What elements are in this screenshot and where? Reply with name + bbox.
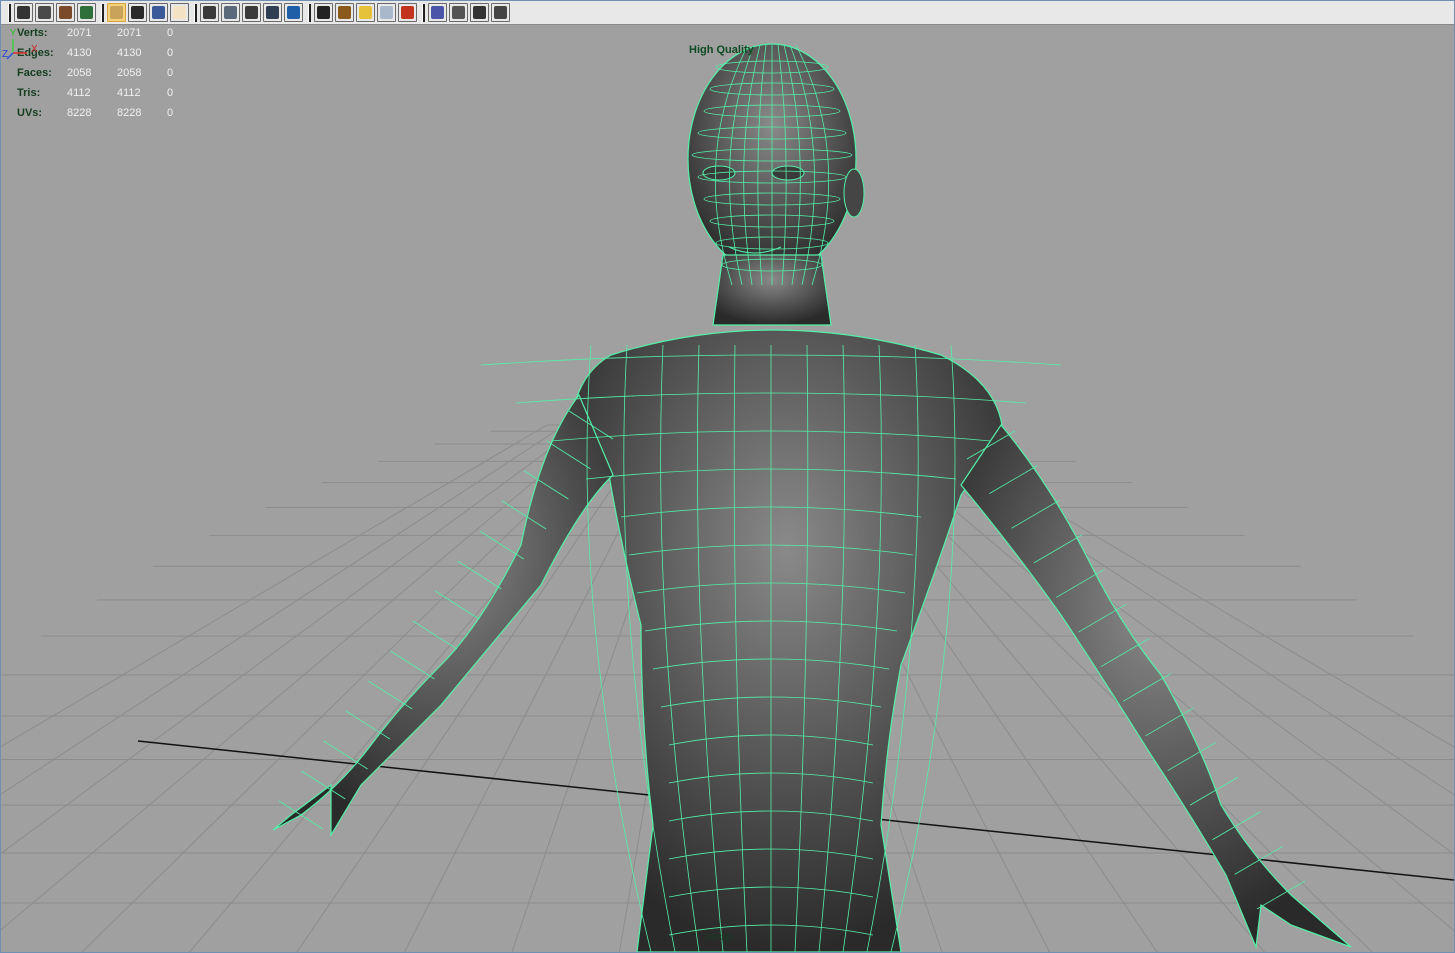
right-arm-shape	[960, 423, 1352, 950]
stat-selected: 4130	[117, 47, 142, 59]
snapshot-icon	[494, 6, 507, 19]
toolbar-separator	[194, 3, 197, 22]
wireframe-on-shaded-button[interactable]	[263, 3, 282, 22]
texture-button[interactable]	[242, 3, 261, 22]
lighting-button[interactable]	[356, 3, 375, 22]
shadows-icon	[380, 6, 393, 19]
lock-camera-icon	[38, 6, 51, 19]
lock-camera-button[interactable]	[35, 3, 54, 22]
stat-row-uvs: UVs: 8228 8228 0	[17, 103, 207, 123]
snapshot-button[interactable]	[491, 3, 510, 22]
select-camera-icon	[17, 6, 30, 19]
film-gate-button[interactable]	[128, 3, 147, 22]
grid-line	[1, 424, 584, 855]
scene-render	[1, 43, 1454, 952]
camera-name-label: persp	[705, 931, 733, 943]
stat-selected: 4112	[117, 87, 141, 99]
wireframe-icon	[203, 6, 216, 19]
high-quality-icon	[401, 6, 414, 19]
isolate-select-icon	[431, 6, 444, 19]
resolution-gate-icon	[152, 6, 165, 19]
stat-total: 8228	[67, 107, 92, 119]
default-material-button[interactable]	[314, 3, 333, 22]
image-plane-button[interactable]	[77, 3, 96, 22]
toolbar-separator	[308, 3, 311, 22]
textured-icon	[338, 6, 351, 19]
stat-zero: 0	[167, 87, 174, 99]
smooth-shade-button[interactable]	[221, 3, 240, 22]
grid-button[interactable]	[107, 3, 126, 22]
default-material-icon	[317, 6, 330, 19]
stat-row-faces: Faces: 2058 2058 0	[17, 63, 207, 83]
frame-selection-icon	[473, 6, 486, 19]
select-camera-button[interactable]	[14, 3, 33, 22]
grid-line	[1, 424, 602, 931]
lighting-icon	[359, 6, 372, 19]
textured-button[interactable]	[335, 3, 354, 22]
stat-zero: 0	[167, 27, 174, 39]
image-plane-icon	[80, 6, 93, 19]
safe-action-button[interactable]	[170, 3, 189, 22]
stat-row-tris: Tris: 4112 4112 0	[17, 83, 207, 103]
xray-joints-icon	[452, 6, 465, 19]
shadows-button[interactable]	[377, 3, 396, 22]
film-gate-icon	[131, 6, 144, 19]
high-quality-button[interactable]	[398, 3, 417, 22]
stat-zero: 0	[167, 67, 174, 79]
left-arm-edge-loop	[412, 620, 458, 650]
maya-viewport-window: Verts: 2071 2071 0 Edges: 4130 4130 0 Fa…	[0, 0, 1455, 953]
stat-zero: 0	[167, 107, 174, 119]
stat-total: 4112	[67, 87, 91, 99]
grid-icon	[110, 6, 123, 19]
axis-y-label: Y	[10, 28, 17, 39]
ear-shape	[843, 168, 865, 218]
grid-line	[1, 424, 566, 795]
xray-icon	[287, 6, 300, 19]
toolbar-separator	[422, 3, 425, 22]
3d-viewport[interactable]: Verts: 2071 2071 0 Edges: 4130 4130 0 Fa…	[1, 25, 1454, 952]
view-axis-indicator: Y X Z	[2, 28, 38, 60]
stat-selected: 8228	[117, 107, 142, 119]
stat-label: Faces:	[17, 67, 52, 79]
stat-total: 2071	[67, 27, 92, 39]
frame-selection-button[interactable]	[470, 3, 489, 22]
viewport-toolbar	[1, 1, 1454, 25]
smooth-shade-icon	[224, 6, 237, 19]
safe-action-icon	[173, 6, 186, 19]
toolbar-separator	[101, 3, 104, 22]
isolate-select-button[interactable]	[428, 3, 447, 22]
left-arm-edge-loop	[457, 560, 502, 590]
resolution-gate-button[interactable]	[149, 3, 168, 22]
axis-x-label: X	[31, 44, 38, 55]
bookmarks-button[interactable]	[56, 3, 75, 22]
grid-line	[888, 424, 1454, 796]
stat-total: 4130	[67, 47, 92, 59]
left-arm-edge-loop	[368, 680, 413, 710]
xray-button[interactable]	[284, 3, 303, 22]
left-arm-edge-loop	[323, 740, 368, 770]
wireframe-button[interactable]	[200, 3, 219, 22]
right-eye-shape	[771, 165, 805, 181]
stat-selected: 2071	[117, 27, 142, 39]
grid-line	[1, 424, 548, 748]
character-mesh[interactable]	[272, 43, 1352, 952]
stat-total: 2058	[67, 67, 92, 79]
bookmarks-icon	[59, 6, 72, 19]
wireframe-on-shaded-icon	[266, 6, 279, 19]
texture-icon	[245, 6, 258, 19]
stat-label: UVs:	[17, 107, 43, 119]
quality-label: High Quality	[689, 44, 754, 56]
xray-joints-button[interactable]	[449, 3, 468, 22]
left-arm-edge-loop	[434, 590, 480, 620]
toolbar-separator	[8, 3, 11, 22]
axis-z-label: Z	[2, 49, 8, 60]
stat-label: Tris:	[17, 87, 41, 99]
left-arm-edge-loop	[345, 710, 391, 740]
stat-selected: 2058	[117, 67, 142, 79]
stat-zero: 0	[167, 47, 174, 59]
